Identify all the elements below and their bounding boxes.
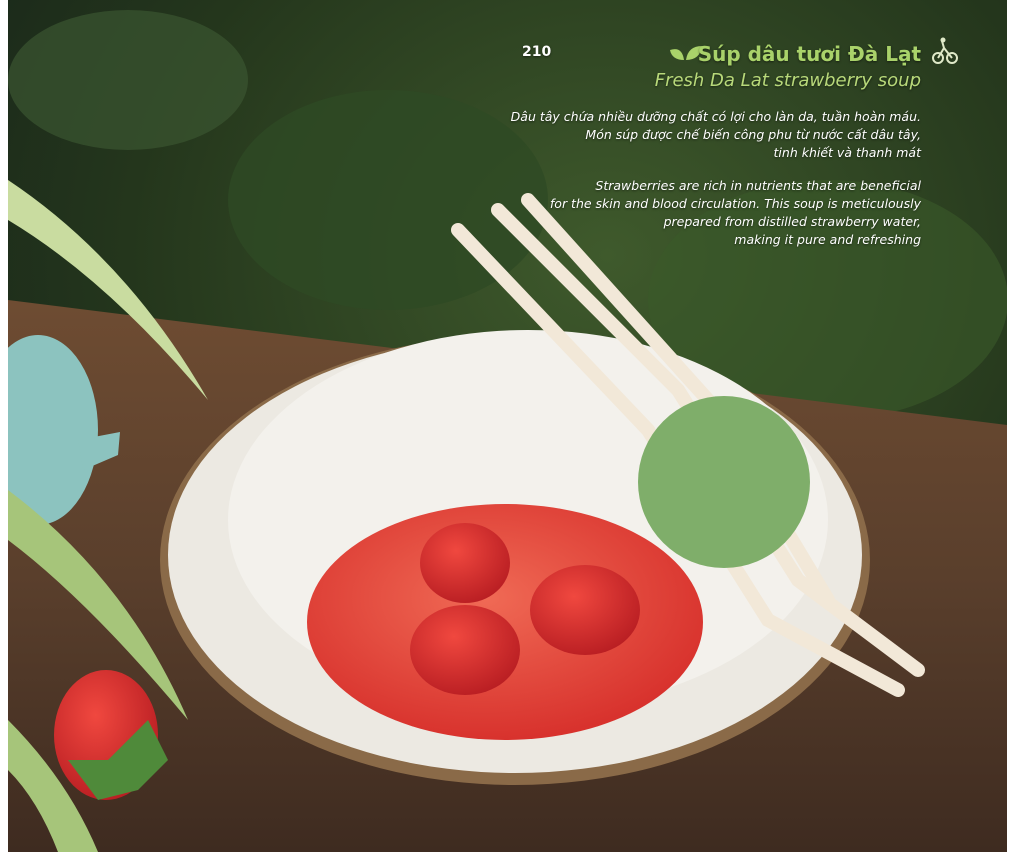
description-line: for the skin and blood circulation. This… (549, 196, 921, 211)
nasturtium-leaf (638, 396, 810, 568)
description-vietnamese: Dâu tây chứa nhiều dưỡng chất có lợi cho… (511, 108, 921, 162)
dish-title-english: Fresh Da Lat strawberry soup (654, 70, 921, 91)
dish-title-vietnamese: Súp dâu tươi Đà Lạt (697, 42, 921, 66)
description-line: Strawberries are rich in nutrients that … (595, 178, 921, 193)
description-line: prepared from distilled strawberry water… (663, 214, 921, 229)
page-number: 210 (522, 44, 552, 60)
description-line: making it pure and refreshing (734, 232, 921, 247)
scooter-logo-icon (932, 37, 958, 64)
description-line: Dâu tây chứa nhiều dưỡng chất có lợi cho… (510, 109, 921, 124)
description-english: Strawberries are rich in nutrients that … (550, 177, 921, 249)
description-line: Món súp được chế biến công phu từ nước c… (585, 127, 921, 142)
description-line: tinh khiết và thanh mát (773, 145, 921, 160)
